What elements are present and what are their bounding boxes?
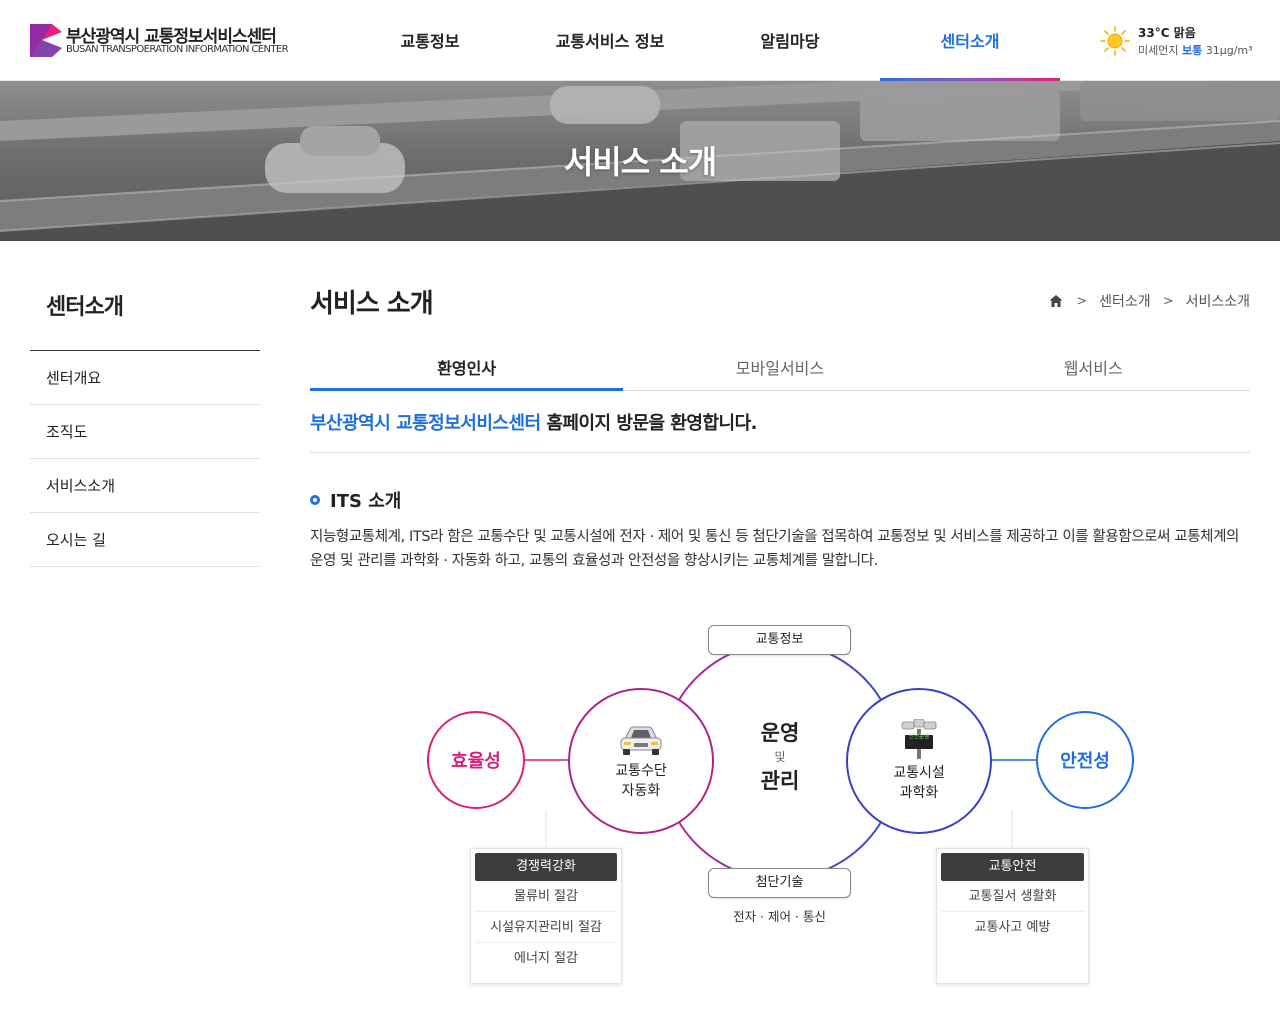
facility-science-line1: 교통시설: [893, 765, 945, 781]
list-item: 교통질서 생활화: [941, 881, 1084, 912]
fine-dust-label: 미세먼지: [1138, 44, 1179, 57]
nav-notice[interactable]: 알림마당: [700, 0, 880, 80]
fine-dust-status: 보통: [1181, 44, 1203, 57]
chevron-right-icon: >: [1076, 293, 1088, 309]
divider: [310, 452, 1250, 453]
side-nav: 센터소개 센터개요 조직도 서비스소개 오시는 길: [30, 281, 260, 567]
traffic-safety-box-head: 교통안전: [941, 853, 1084, 881]
nav-center-intro[interactable]: 센터소개: [880, 0, 1060, 81]
page-title: 서비스 소개: [310, 289, 434, 319]
list-item: 시설유지관리비 절감: [475, 912, 617, 943]
welcome-highlight: 부산광역시 교통정보서비스센터: [310, 413, 541, 434]
chevron-right-icon: >: [1162, 293, 1174, 309]
its-description: 지능형교통체계, ITS라 함은 교통수단 및 교통시설에 전자 · 제어 및 …: [310, 529, 1239, 569]
hero-title: 서비스 소개: [563, 143, 717, 181]
operation-text: 운영: [760, 721, 800, 745]
vehicle-automation-circle: 교통수단 자동화: [568, 688, 714, 834]
side-nav-item-overview[interactable]: 센터개요: [30, 351, 260, 405]
content-tabs: 환영인사 모바일서비스 웹서비스: [310, 345, 1250, 391]
efficiency-circle: 효율성: [427, 711, 525, 809]
list-item: 물류비 절감: [475, 881, 617, 912]
bullet-icon: [310, 495, 320, 505]
facility-science-circle: 교통시설 과학화: [846, 688, 992, 834]
list-item: 에너지 절감: [514, 951, 578, 966]
vehicle-automation-line1: 교통수단: [615, 763, 667, 779]
main-nav: 교통정보 교통서비스 정보 알림마당 센터소개: [340, 0, 1060, 81]
logo-english-text: BUSAN TRANSPOERATION INFORMATION CENTER: [66, 44, 289, 55]
competitiveness-box-head: 경쟁력강화: [475, 853, 617, 881]
hero-banner: 서비스 소개: [0, 81, 1280, 241]
nav-traffic-info[interactable]: 교통정보: [340, 0, 520, 80]
traffic-info-pill: 교통정보: [708, 625, 851, 655]
breadcrumb: > 센터소개 > 서비스소개: [1048, 291, 1250, 311]
vehicle-automation-line2: 자동화: [621, 783, 661, 799]
sun-icon: [1100, 26, 1130, 56]
side-nav-item-directions[interactable]: 오시는 길: [30, 513, 260, 567]
facility-science-line2: 과학화: [899, 785, 939, 801]
side-nav-item-services[interactable]: 서비스소개: [30, 459, 260, 513]
weather-widget: 33°C 맑음 미세먼지 보통 31μg/m³: [1100, 24, 1270, 60]
competitiveness-box: 경쟁력강화 물류비 절감 시설유지관리비 절감 에너지 절감: [470, 848, 622, 984]
traffic-safety-box: 교통안전 교통질서 생활화 교통사고 예방: [936, 848, 1089, 984]
welcome-message: 부산광역시 교통정보서비스센터 홈페이지 방문을 환영합니다.: [310, 409, 757, 435]
side-nav-title: 센터소개: [30, 281, 260, 351]
advanced-tech-sub: 전자 · 제어 · 통신: [733, 909, 826, 924]
logo-mark-icon: [30, 24, 62, 57]
site-header: 부산광역시 교통정보서비스센터 BUSAN TRANSPOERATION INF…: [0, 0, 1280, 81]
management-text: 관리: [760, 769, 800, 793]
nav-traffic-service[interactable]: 교통서비스 정보: [520, 0, 700, 80]
fine-dust-info: 미세먼지 보통 31μg/m³: [1138, 42, 1253, 58]
home-icon[interactable]: [1048, 293, 1064, 309]
section-title-text: ITS 소개: [330, 491, 402, 512]
fine-dust-value: 31μg/m³: [1205, 44, 1253, 57]
advanced-tech-pill: 첨단기술: [708, 868, 851, 898]
section-title: ITS 소개: [310, 487, 401, 513]
welcome-rest: 홈페이지 방문을 환영합니다.: [540, 413, 757, 434]
tab-mobile-service[interactable]: 모바일서비스: [623, 345, 936, 390]
breadcrumb-item-current[interactable]: 서비스소개: [1186, 291, 1250, 311]
safety-circle: 안전성: [1036, 711, 1134, 809]
tab-web-service[interactable]: 웹서비스: [937, 345, 1250, 390]
car-icon: [620, 726, 662, 755]
and-text: 및: [774, 750, 786, 764]
list-item: 교통사고 예방: [974, 920, 1051, 935]
safe-driving-sign: 안전운행: [908, 734, 930, 740]
weather-temperature: 33°C 맑음: [1138, 26, 1196, 40]
tab-welcome[interactable]: 환영인사: [310, 345, 624, 391]
operation-management-label: 운영 및 관리: [730, 720, 830, 794]
side-nav-item-organization[interactable]: 조직도: [30, 405, 260, 459]
site-logo[interactable]: 부산광역시 교통정보서비스센터 BUSAN TRANSPOERATION INF…: [30, 22, 300, 60]
breadcrumb-item-center[interactable]: 센터소개: [1099, 291, 1151, 311]
